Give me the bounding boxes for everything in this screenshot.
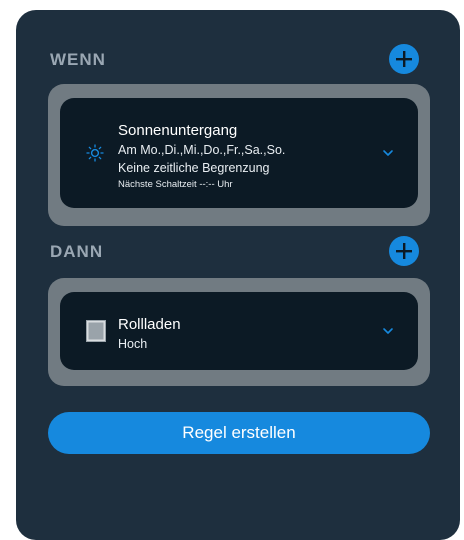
condition-card-sunset[interactable]: Sonnenuntergang Am Mo.,Di.,Mi.,Do.,Fr.,S… bbox=[60, 98, 418, 208]
plus-icon bbox=[396, 51, 412, 67]
chevron-down-icon[interactable] bbox=[382, 326, 394, 336]
add-condition-button[interactable] bbox=[389, 44, 419, 74]
condition-group: Sonnenuntergang Am Mo.,Di.,Mi.,Do.,Fr.,S… bbox=[48, 84, 430, 226]
wenn-section-title: WENN bbox=[50, 50, 106, 69]
create-rule-button[interactable]: Regel erstellen bbox=[48, 412, 430, 454]
shutter-icon bbox=[86, 320, 106, 342]
condition-days: Am Mo.,Di.,Mi.,Do.,Fr.,Sa.,So. bbox=[118, 143, 286, 157]
condition-title: Sonnenuntergang bbox=[118, 122, 238, 139]
action-group: Rollladen Hoch bbox=[48, 278, 430, 386]
plus-icon bbox=[396, 243, 412, 259]
chevron-down-icon[interactable] bbox=[382, 148, 394, 158]
sunset-icon bbox=[86, 144, 104, 162]
action-card-shutter[interactable]: Rollladen Hoch bbox=[60, 292, 418, 370]
condition-next-switch-time: Nächste Schaltzeit --:-- Uhr bbox=[118, 179, 233, 190]
condition-time-limit: Keine zeitliche Begrenzung bbox=[118, 161, 270, 175]
rule-editor-panel: WENN Sonnenuntergang Am Mo.,Di.,Mi.,Do.,… bbox=[16, 10, 460, 540]
action-title: Rollladen bbox=[118, 316, 181, 333]
add-action-button[interactable] bbox=[389, 236, 419, 266]
dann-section-title: DANN bbox=[50, 242, 104, 261]
action-state: Hoch bbox=[118, 337, 148, 351]
